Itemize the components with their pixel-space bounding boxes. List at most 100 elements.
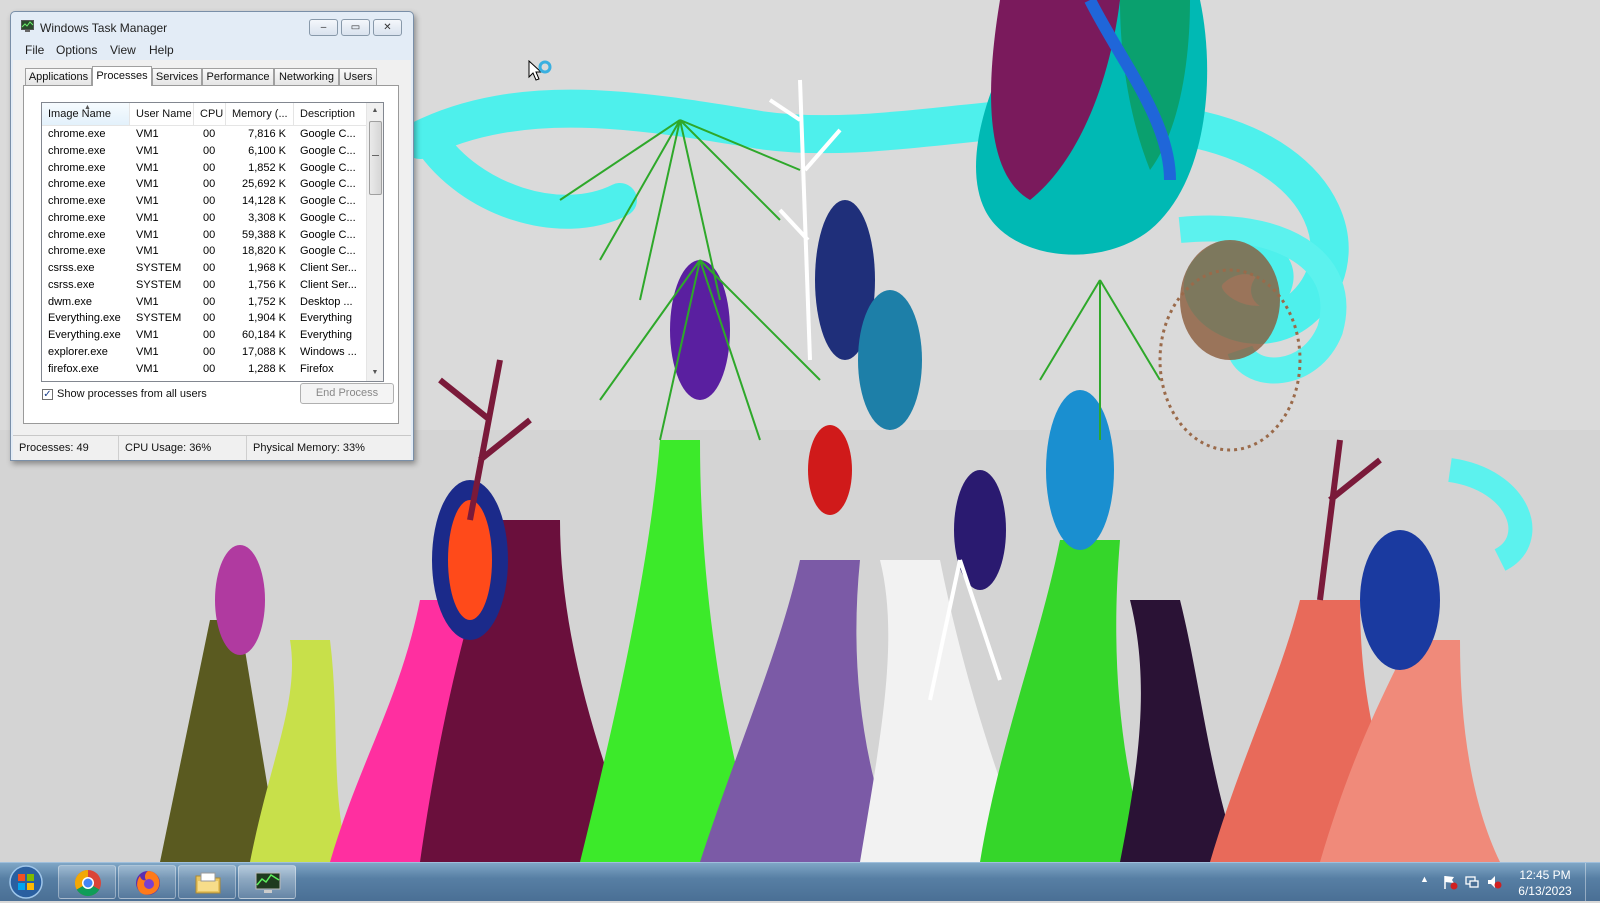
tab-performance[interactable]: Performance [202, 68, 274, 85]
process-description: Google C... [300, 161, 356, 174]
show-hidden-icons-icon[interactable]: ▲ [1420, 874, 1429, 884]
process-cpu: 00 [203, 362, 216, 375]
process-user-name: VM1 [136, 161, 159, 174]
process-list-scrollbar[interactable]: ▲ ▼ [366, 103, 383, 381]
taskbar-firefox[interactable] [118, 865, 176, 899]
window-title: Windows Task Manager [40, 21, 168, 35]
process-cpu: 00 [203, 295, 216, 308]
minimize-button[interactable]: – [309, 19, 338, 36]
process-user-name: VM1 [136, 345, 159, 358]
tab-networking[interactable]: Networking [274, 68, 339, 85]
process-memory: 7,816 K [248, 128, 286, 140]
process-user-name: VM1 [136, 329, 159, 341]
process-image-name: chrome.exe [48, 161, 106, 174]
title-bar[interactable]: Windows Task Manager – ▭ ✕ [11, 12, 413, 38]
process-cpu: 00 [203, 245, 216, 258]
task-manager-icon [21, 20, 34, 32]
taskbar-explorer[interactable] [178, 865, 236, 899]
process-description: Google C... [300, 195, 356, 207]
task-manager-icon [255, 872, 281, 893]
table-row[interactable]: chrome.exe VM1 00 25,692 K Google C... [42, 176, 368, 193]
table-row[interactable]: chrome.exe VM1 00 6,100 K Google C... [42, 143, 368, 160]
start-button[interactable] [4, 864, 48, 900]
process-list[interactable]: ▲ Image Name User Name CPU Memory (... D… [41, 102, 384, 382]
busy-cursor-icon [528, 60, 552, 81]
sort-ascending-icon: ▲ [84, 104, 91, 111]
close-button[interactable]: ✕ [373, 19, 402, 36]
table-row[interactable]: csrss.exe SYSTEM 00 1,756 K Client Ser... [42, 277, 368, 294]
tab-users[interactable]: Users [339, 68, 377, 85]
table-row[interactable]: chrome.exe VM1 00 3,308 K Google C... [42, 210, 368, 227]
firefox-icon [136, 871, 160, 895]
process-user-name: VM1 [136, 144, 159, 157]
process-description: Google C... [300, 211, 356, 224]
taskbar-chrome[interactable] [58, 865, 116, 899]
tab-services[interactable]: Services [152, 68, 202, 85]
process-memory: 1,288 K [248, 362, 286, 375]
show-desktop-button[interactable] [1585, 863, 1600, 901]
process-description: Google C... [300, 245, 356, 258]
table-row[interactable]: chrome.exe VM1 00 7,816 K Google C... [42, 126, 368, 143]
minimize-icon: – [320, 22, 327, 33]
system-clock[interactable]: 12:45 PM 6/13/2023 [1510, 867, 1580, 899]
tab-applications[interactable]: Applications [25, 68, 92, 85]
process-memory: 59,388 K [241, 228, 286, 241]
process-cpu: 00 [203, 312, 216, 325]
process-description: Windows ... [300, 345, 357, 358]
process-image-name: chrome.exe [48, 178, 106, 191]
process-user-name: SYSTEM [136, 278, 182, 291]
menu-file[interactable]: File [25, 43, 44, 57]
process-user-name: VM1 [136, 245, 159, 258]
process-cpu: 00 [203, 144, 216, 157]
folder-icon [195, 872, 221, 894]
column-image-name[interactable]: ▲ Image Name [42, 103, 130, 125]
process-image-name: chrome.exe [48, 195, 106, 207]
column-description[interactable]: Description [294, 103, 368, 125]
process-user-name: VM1 [136, 362, 159, 375]
maximize-icon: ▭ [350, 22, 361, 33]
table-row[interactable]: Everything.exe SYSTEM 00 1,904 K Everything [42, 310, 368, 327]
process-memory: 3,308 K [248, 211, 286, 224]
table-row[interactable]: firefox.exe VM1 00 1,288 K Firefox [42, 361, 368, 378]
column-cpu[interactable]: CPU [194, 103, 226, 125]
scroll-thumb[interactable] [369, 121, 382, 195]
table-row[interactable]: explorer.exe VM1 00 17,088 K Windows ... [42, 344, 368, 361]
scroll-down-arrow-icon[interactable]: ▼ [367, 365, 383, 381]
process-description: Google C... [300, 178, 356, 191]
process-description: Google C... [300, 228, 356, 241]
process-memory: 1,968 K [248, 262, 286, 274]
table-row[interactable]: chrome.exe VM1 00 1,852 K Google C... [42, 160, 368, 177]
column-user-name[interactable]: User Name [130, 103, 194, 125]
table-row[interactable]: chrome.exe VM1 00 14,128 K Google C... [42, 193, 368, 210]
menu-view[interactable]: View [110, 43, 136, 57]
show-all-users-checkbox[interactable]: ✓ [42, 389, 53, 400]
process-user-name: VM1 [136, 295, 159, 308]
status-processes: Processes: 49 [13, 436, 119, 460]
process-description: Google C... [300, 128, 356, 140]
table-row[interactable]: chrome.exe VM1 00 18,820 K Google C... [42, 243, 368, 260]
process-image-name: explorer.exe [48, 345, 108, 358]
end-process-button[interactable]: End Process [300, 383, 394, 404]
table-row[interactable]: Everything.exe VM1 00 60,184 K Everything [42, 327, 368, 344]
column-memory[interactable]: Memory (... [226, 103, 294, 125]
process-cpu: 00 [203, 345, 216, 358]
process-memory: 17,088 K [241, 345, 286, 358]
action-center-flag-icon[interactable] [1442, 874, 1458, 890]
network-icon[interactable] [1464, 874, 1480, 890]
taskbar-task-manager[interactable] [238, 865, 296, 899]
process-memory: 1,756 K [248, 278, 286, 291]
process-memory: 25,692 K [241, 178, 286, 191]
process-user-name: VM1 [136, 211, 159, 224]
menu-help[interactable]: Help [149, 43, 174, 57]
table-row[interactable]: csrss.exe SYSTEM 00 1,968 K Client Ser... [42, 260, 368, 277]
volume-muted-icon[interactable] [1486, 874, 1502, 890]
scroll-up-arrow-icon[interactable]: ▲ [367, 103, 383, 119]
tab-processes[interactable]: Processes [92, 66, 152, 86]
table-row[interactable]: chrome.exe VM1 00 59,388 K Google C... [42, 227, 368, 244]
maximize-button[interactable]: ▭ [341, 19, 370, 36]
close-icon: ✕ [383, 22, 392, 33]
process-memory: 18,820 K [241, 245, 286, 258]
table-row[interactable]: dwm.exe VM1 00 1,752 K Desktop ... [42, 294, 368, 311]
process-description: Client Ser... [300, 262, 357, 274]
menu-options[interactable]: Options [56, 43, 97, 57]
